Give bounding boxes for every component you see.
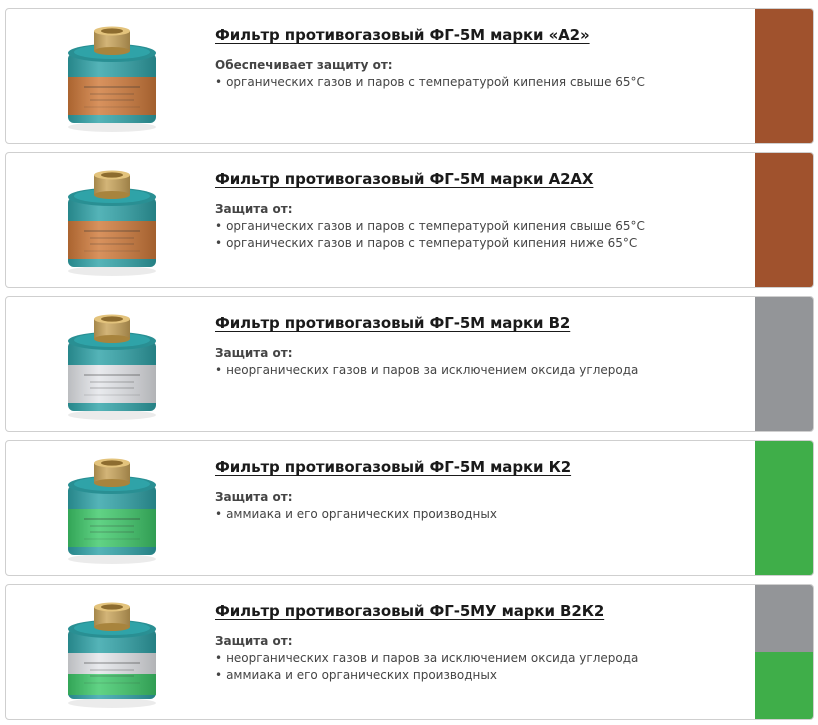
product-card: Фильтр противогазовый ФГ-5М марки А2АХ З… (5, 152, 814, 288)
filter-canister-image[interactable] (54, 595, 170, 711)
product-info: Фильтр противогазовый ФГ-5М марки «А2» О… (215, 25, 745, 91)
product-title-link[interactable]: Фильтр противогазовый ФГ-5М марки В2 (215, 314, 570, 332)
color-band (755, 153, 813, 287)
filter-canister-image[interactable] (54, 163, 170, 279)
filter-class-color-stripe (755, 297, 813, 431)
color-band (755, 9, 813, 143)
canister-drawing (68, 602, 156, 708)
filter-canister-image[interactable] (54, 451, 170, 567)
product-card: Фильтр противогазовый ФГ-5М марки В2 Защ… (5, 296, 814, 432)
product-title-link[interactable]: Фильтр противогазовый ФГ-5М марки А2АХ (215, 170, 593, 188)
product-info: Фильтр противогазовый ФГ-5МУ марки В2К2 … (215, 601, 745, 684)
color-band (755, 297, 813, 431)
filter-canister-image[interactable] (54, 307, 170, 423)
protection-item: • аммиака и его органических производных (215, 507, 497, 521)
protection-heading: Защита от: (215, 346, 293, 360)
protection-item: • органических газов и паров с температур… (215, 236, 638, 250)
product-title-link[interactable]: Фильтр противогазовый ФГ-5М марки «А2» (215, 26, 590, 44)
protection-item: • органических газов и паров с температур… (215, 75, 645, 89)
filter-class-color-stripe (755, 9, 813, 143)
filter-canister-image[interactable] (54, 19, 170, 135)
product-card: Фильтр противогазовый ФГ-5МУ марки В2К2 … (5, 584, 814, 720)
product-info: Фильтр противогазовый ФГ-5М марки В2 Защ… (215, 313, 745, 379)
protection-item-text: органических газов и паров с температуро… (226, 219, 645, 233)
protection-list: • органических газов и паров с температур… (215, 218, 745, 252)
protection-item-text: аммиака и его органических производных (226, 507, 497, 521)
canister-drawing (68, 314, 156, 420)
protection-item-text: органических газов и паров с температуро… (226, 236, 638, 250)
protection-item-text: неорганических газов и паров за исключен… (226, 651, 639, 665)
protection-heading: Защита от: (215, 490, 293, 504)
protection-list: • неорганических газов и паров за исключе… (215, 650, 745, 684)
protection-item: • неорганических газов и паров за исключе… (215, 651, 639, 665)
protection-item: • неорганических газов и паров за исключе… (215, 363, 639, 377)
protection-item-text: органических газов и паров с температуро… (226, 75, 645, 89)
protection-heading: Защита от: (215, 202, 293, 216)
product-info: Фильтр противогазовый ФГ-5М марки К2 Защ… (215, 457, 745, 523)
canister-drawing (68, 458, 156, 564)
protection-heading: Обеспечивает защиту от: (215, 58, 393, 72)
protection-item: • органических газов и паров с температур… (215, 219, 645, 233)
protection-item-text: аммиака и его органических производных (226, 668, 497, 682)
color-band (755, 652, 813, 719)
filter-class-color-stripe (755, 441, 813, 575)
product-card: Фильтр противогазовый ФГ-5М марки «А2» О… (5, 8, 814, 144)
product-title-link[interactable]: Фильтр противогазовый ФГ-5МУ марки В2К2 (215, 602, 604, 620)
protection-heading: Защита от: (215, 634, 293, 648)
color-band (755, 585, 813, 652)
filter-class-color-stripe (755, 585, 813, 719)
protection-item: • аммиака и его органических производных (215, 668, 497, 682)
product-list: Фильтр противогазовый ФГ-5М марки «А2» О… (0, 0, 818, 725)
filter-class-color-stripe (755, 153, 813, 287)
canister-drawing (68, 170, 156, 276)
protection-item-text: неорганических газов и паров за исключен… (226, 363, 639, 377)
color-band (755, 441, 813, 575)
protection-list: • аммиака и его органических производных (215, 506, 745, 523)
product-card: Фильтр противогазовый ФГ-5М марки К2 Защ… (5, 440, 814, 576)
product-title-link[interactable]: Фильтр противогазовый ФГ-5М марки К2 (215, 458, 571, 476)
protection-list: • органических газов и паров с температур… (215, 74, 745, 91)
canister-drawing (68, 26, 156, 132)
product-info: Фильтр противогазовый ФГ-5М марки А2АХ З… (215, 169, 745, 252)
protection-list: • неорганических газов и паров за исключе… (215, 362, 745, 379)
